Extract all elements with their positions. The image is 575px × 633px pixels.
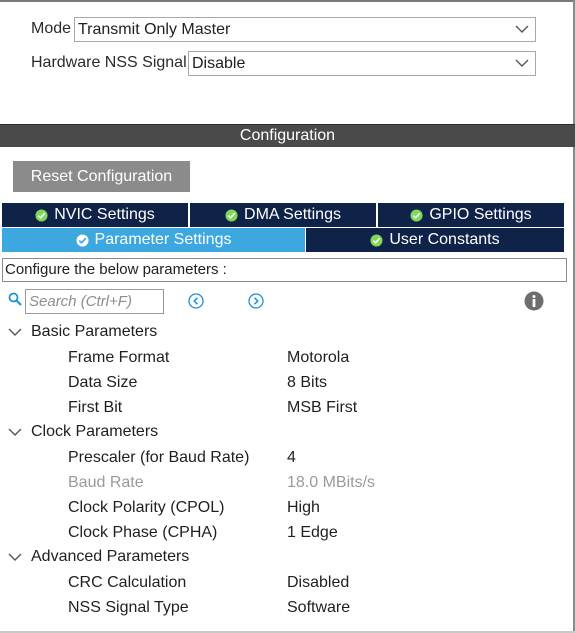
group-basic-parameters[interactable]: Basic Parameters [8,320,157,344]
group-advanced-parameters[interactable]: Advanced Parameters [8,545,189,569]
tab-label: Parameter Settings [94,231,232,248]
configuration-header: Configuration [0,124,575,147]
param-name: Frame Format [68,349,170,366]
tab-label: GPIO Settings [429,206,532,223]
window-top-border [0,0,575,2]
param-name: CRC Calculation [68,574,187,591]
check-circle-icon [410,208,423,222]
check-circle-icon [75,233,89,247]
tab-parameter-settings[interactable]: Parameter Settings [2,228,305,252]
chevron-down-icon [515,25,529,33]
mode-select[interactable]: Transmit Only Master [74,17,536,42]
info-icon[interactable] [524,291,544,311]
check-circle-icon [370,233,383,247]
param-name: First Bit [68,399,123,416]
param-value[interactable]: MSB First [287,399,357,417]
param-value[interactable]: 1 Edge [287,524,338,542]
param-value: 18.0 MBits/s [287,474,376,491]
previous-result-icon[interactable] [188,293,204,309]
check-circle-icon [225,208,238,222]
next-result-icon[interactable] [248,293,264,309]
tab-label: User Constants [389,231,500,248]
chevron-down-icon [8,428,22,436]
tab-label: NVIC Settings [54,206,155,223]
tab-nvic-settings[interactable]: NVIC Settings [2,203,188,227]
chevron-down-icon [515,59,529,67]
nss-label: Hardware NSS Signal [31,54,187,71]
group-title: Clock Parameters [31,423,159,440]
search-input[interactable] [25,289,164,314]
param-name: Data Size [68,374,138,391]
group-title: Advanced Parameters [31,548,190,565]
nss-select-value: Disable [192,55,246,72]
param-value[interactable]: 8 Bits [287,374,327,392]
search-icon [8,292,22,306]
param-value[interactable]: Software [287,599,350,617]
tab-dma-settings[interactable]: DMA Settings [190,203,376,227]
mode-label: Mode [31,20,72,37]
chevron-down-icon [8,553,22,561]
chevron-down-icon [8,328,22,336]
param-value[interactable]: Disabled [287,574,349,592]
group-title: Basic Parameters [31,323,158,340]
configure-instructions: Configure the below parameters : [2,258,567,282]
param-value[interactable]: 4 [287,449,296,467]
nss-select[interactable]: Disable [188,51,536,76]
param-name: Clock Polarity (CPOL) [68,499,225,516]
tab-gpio-settings[interactable]: GPIO Settings [378,203,564,227]
group-clock-parameters[interactable]: Clock Parameters [8,420,158,444]
check-circle-icon [35,208,48,222]
tab-user-constants[interactable]: User Constants [306,228,564,252]
param-name: Baud Rate [68,474,144,491]
tab-label: DMA Settings [244,206,341,223]
param-name: Prescaler (for Baud Rate) [68,449,250,466]
reset-configuration-button[interactable]: Reset Configuration [13,161,190,192]
param-value[interactable]: High [287,499,320,517]
param-name: Clock Phase (CPHA) [68,524,218,541]
param-value[interactable]: Motorola [287,349,349,367]
param-name: NSS Signal Type [68,599,189,616]
mode-select-value: Transmit Only Master [78,21,231,38]
